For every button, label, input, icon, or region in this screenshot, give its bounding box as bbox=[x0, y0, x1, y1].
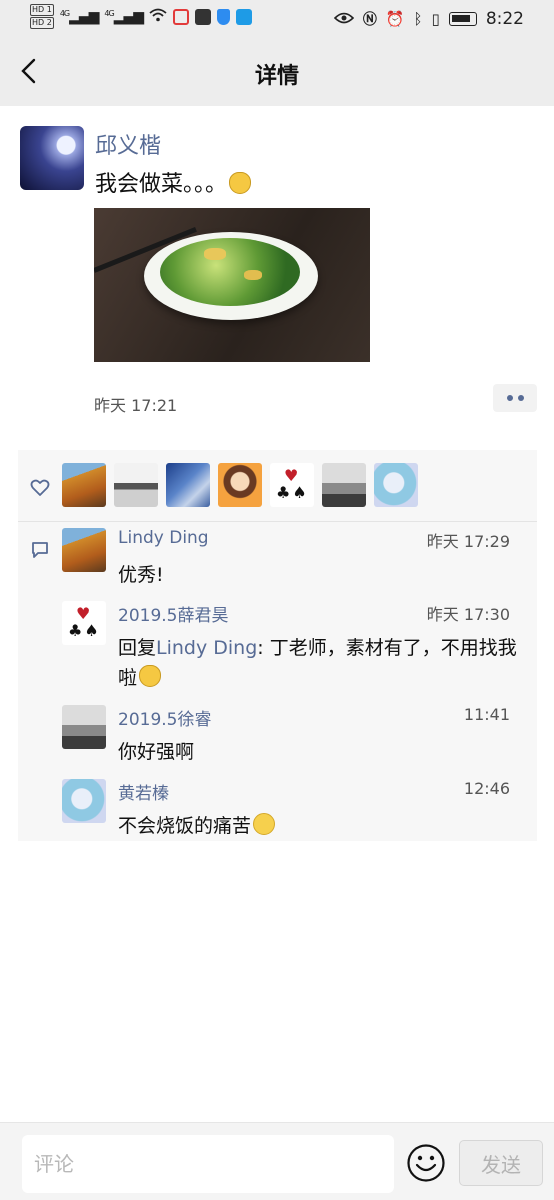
like-avatar[interactable] bbox=[374, 463, 418, 507]
commenter-name[interactable]: Lindy Ding bbox=[118, 528, 209, 548]
likes-row bbox=[62, 463, 418, 507]
comment-time: 昨天 17:30 bbox=[426, 605, 510, 624]
reply-prefix: 回复 bbox=[118, 637, 157, 659]
comment-text: 不会烧饭的痛苦 bbox=[118, 811, 518, 841]
network-label-1: 4G bbox=[59, 9, 70, 18]
post-text-content: 我会做菜。。。 bbox=[95, 172, 228, 197]
author-avatar[interactable] bbox=[20, 126, 84, 190]
nav-bar: 详情 bbox=[0, 38, 554, 106]
page-title: 详情 bbox=[254, 64, 299, 89]
hd-indicator: HD 1 HD 2 bbox=[30, 4, 54, 30]
like-avatar[interactable] bbox=[322, 463, 366, 507]
shield-icon bbox=[217, 9, 231, 25]
signal-icon: 4G▂▄▆ bbox=[59, 9, 100, 25]
post-photo[interactable] bbox=[94, 208, 370, 362]
comment-item[interactable]: 2019.5徐睿 11:41 你好强啊 bbox=[62, 705, 522, 765]
status-right: Ⓝ ⏰ ᛒ ▯ 8:22 bbox=[333, 9, 524, 29]
more-button[interactable] bbox=[493, 384, 537, 412]
battery-icon bbox=[448, 12, 477, 26]
like-avatar[interactable] bbox=[62, 463, 106, 507]
like-avatar[interactable] bbox=[114, 463, 158, 507]
hd1-label: HD 1 bbox=[30, 4, 54, 16]
commenter-name[interactable]: 2019.5薛君昊 bbox=[118, 601, 228, 626]
like-avatar[interactable] bbox=[270, 463, 314, 507]
commenter-name[interactable]: 2019.5徐睿 bbox=[118, 705, 211, 730]
signal-icon-2: 4G▂▄▆ bbox=[104, 9, 144, 25]
app-icon-dark bbox=[195, 9, 212, 25]
wifi-icon bbox=[149, 8, 167, 26]
network-label-2: 4G bbox=[104, 9, 114, 18]
egg-shape-2 bbox=[244, 270, 262, 280]
comment-text-content: 不会烧饭的痛苦 bbox=[118, 815, 252, 837]
like-avatar[interactable] bbox=[218, 463, 262, 507]
commenter-avatar[interactable] bbox=[62, 779, 106, 823]
vegetable-shape bbox=[160, 238, 300, 306]
comment-text: 你好强啊 bbox=[118, 737, 518, 767]
interaction-panel: Lindy Ding 昨天 17:29 优秀! 2019.5薛君昊 昨天 17:… bbox=[18, 450, 537, 841]
commenter-avatar[interactable] bbox=[62, 601, 106, 645]
comment-item[interactable]: Lindy Ding 昨天 17:29 优秀! bbox=[62, 528, 522, 588]
comment-item[interactable]: 黄若榛 12:46 不会烧饭的痛苦 bbox=[62, 779, 522, 839]
comment-bar: 发送 bbox=[0, 1122, 554, 1200]
hd2-label: HD 2 bbox=[30, 17, 54, 29]
eye-icon bbox=[333, 10, 354, 28]
cat-emoji-icon bbox=[229, 172, 252, 194]
nfc-icon: Ⓝ bbox=[362, 12, 377, 28]
alarm-icon: ⏰ bbox=[385, 10, 405, 28]
vibrate-icon: ▯ bbox=[431, 10, 440, 28]
commenter-avatar[interactable] bbox=[62, 705, 106, 749]
comment-time: 12:46 bbox=[463, 779, 510, 798]
comment-text-content: 你好强啊 bbox=[118, 741, 195, 763]
comment-time: 昨天 17:29 bbox=[426, 532, 510, 551]
comment-time: 11:41 bbox=[463, 705, 510, 724]
divider bbox=[18, 521, 537, 522]
heart-icon bbox=[30, 478, 50, 498]
app-icon-red bbox=[173, 9, 190, 25]
like-avatar[interactable] bbox=[166, 463, 210, 507]
dot-icon bbox=[506, 395, 513, 401]
bluetooth-icon: ᛒ bbox=[413, 10, 423, 28]
cat-emoji-icon bbox=[139, 665, 162, 687]
comment-icon bbox=[30, 540, 50, 560]
comment-text: 优秀! bbox=[118, 560, 518, 590]
comment-text: 回复Lindy Ding: 丁老师，素材有了，不用找我啦 bbox=[118, 633, 518, 693]
dot-icon bbox=[517, 395, 524, 401]
search-icon bbox=[236, 9, 253, 25]
author-name[interactable]: 邱义楷 bbox=[95, 128, 161, 160]
comment-item[interactable]: 2019.5薛君昊 昨天 17:30 回复Lindy Ding: 丁老师，素材有… bbox=[62, 601, 522, 701]
send-button[interactable]: 发送 bbox=[459, 1140, 543, 1186]
comment-text-content: 优秀! bbox=[118, 564, 164, 586]
reply-to-name[interactable]: Lindy Ding bbox=[156, 637, 257, 659]
comment-input[interactable] bbox=[22, 1135, 394, 1193]
smiley-icon[interactable] bbox=[406, 1143, 446, 1183]
egg-shape bbox=[204, 248, 226, 260]
post-text: 我会做菜。。。 bbox=[95, 166, 252, 198]
grimace-emoji-icon bbox=[253, 813, 276, 835]
commenter-name[interactable]: 黄若榛 bbox=[118, 779, 169, 804]
status-bar: HD 1 HD 2 4G▂▄▆ 4G▂▄▆ Ⓝ ⏰ ᛒ ▯ 8:22 bbox=[0, 0, 554, 38]
clock: 8:22 bbox=[485, 9, 524, 29]
commenter-avatar[interactable] bbox=[62, 528, 106, 572]
status-left: HD 1 HD 2 4G▂▄▆ 4G▂▄▆ bbox=[30, 4, 253, 30]
post-time: 昨天 17:21 bbox=[94, 396, 178, 415]
